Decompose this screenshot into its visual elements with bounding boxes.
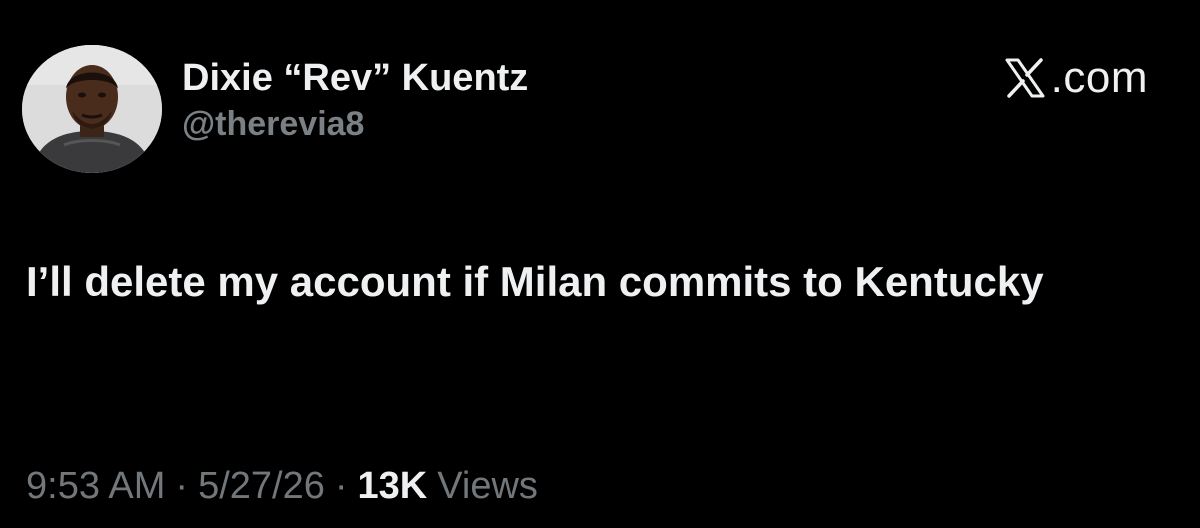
user-info: Dixie “Rev” Kuentz @therevia8 — [182, 56, 528, 146]
tweet-card: Dixie “Rev” Kuentz @therevia8 .com I’ll … — [0, 0, 1200, 528]
tweet-time[interactable]: 9:53 AM — [26, 462, 165, 510]
tweet-text: I’ll delete my account if Milan commits … — [26, 258, 1044, 305]
meta-separator: · — [334, 465, 348, 507]
brand-logo: .com — [1003, 56, 1148, 100]
brand-domain: .com — [1050, 53, 1148, 102]
tweet-meta: 9:53 AM · 5/27/26 · 13K Views — [26, 462, 538, 510]
tweet-date[interactable]: 5/27/26 — [198, 462, 325, 510]
x-logo-icon — [1005, 58, 1045, 98]
avatar[interactable] — [22, 45, 162, 173]
views-label: Views — [437, 465, 538, 507]
avatar-photo — [22, 45, 162, 173]
display-name[interactable]: Dixie “Rev” Kuentz — [182, 56, 528, 100]
views-count[interactable]: 13K — [358, 462, 428, 510]
user-handle[interactable]: @therevia8 — [182, 102, 528, 146]
meta-separator: · — [175, 465, 189, 507]
